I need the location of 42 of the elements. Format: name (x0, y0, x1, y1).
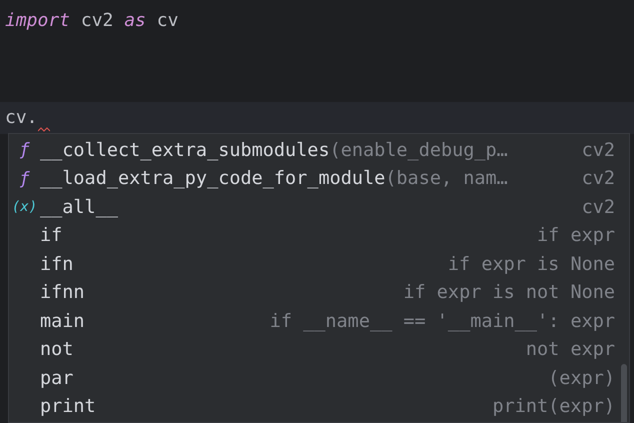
code-token: import (5, 10, 70, 31)
code-token: as (124, 10, 146, 31)
completion-item[interactable]: main if __name__ == '__main__': expr (9, 307, 629, 336)
item-hint: if expr is None (448, 254, 615, 275)
item-hint: if expr (537, 225, 615, 246)
item-name: if (40, 225, 62, 246)
item-hint: print(expr) (492, 396, 615, 418)
item-hint: (expr) (548, 368, 615, 389)
item-name: ifnn (40, 282, 85, 304)
item-name: print (40, 396, 96, 418)
item-type: cv2 (582, 140, 615, 161)
item-name: main (40, 310, 85, 332)
code-token: cv (156, 10, 178, 31)
item-hint: if expr is not None (403, 282, 615, 304)
variable-icon: (x) (12, 199, 38, 216)
item-params: (enable_debug_p… (330, 140, 508, 161)
item-hint: if __name__ == '__main__': expr (270, 310, 615, 332)
function-icon: ƒ (19, 140, 30, 160)
item-name: __load_extra_py_code_for_module (40, 168, 386, 190)
completion-item[interactable]: ƒ __collect_extra_submodules(enable_debug_p… cv2 (9, 136, 629, 164)
code-token: cv2 (80, 10, 114, 31)
item-name: __all__ (40, 196, 118, 218)
completion-item[interactable]: (x)__all__ cv2 (9, 193, 629, 222)
completion-item[interactable]: print print(expr) (9, 392, 629, 421)
item-name: __collect_extra_submodules (40, 140, 330, 161)
scrollbar-thumb[interactable] (621, 364, 627, 422)
completion-item[interactable]: if if expr (9, 222, 629, 250)
completion-item[interactable]: ƒ __load_extra_py_code_for_module(base, nam… cv2 (9, 164, 629, 193)
completion-item[interactable]: ifnn if expr is not None (9, 278, 629, 307)
item-name: not (40, 339, 74, 360)
item-type: cv2 (582, 168, 615, 190)
function-icon: ƒ (19, 168, 30, 189)
completion-item[interactable]: ifn if expr is None (9, 250, 629, 278)
item-name: ifn (40, 254, 74, 275)
item-name: par (40, 368, 74, 389)
completion-item[interactable]: not not expr (9, 336, 629, 364)
item-params: (base, nam… (385, 168, 508, 190)
error-squiggle-icon (38, 127, 50, 132)
code-token: cv. (5, 107, 38, 128)
completion-item[interactable]: par (expr) (9, 364, 629, 392)
item-hint: not expr (526, 339, 615, 360)
item-type: cv2 (582, 196, 615, 218)
